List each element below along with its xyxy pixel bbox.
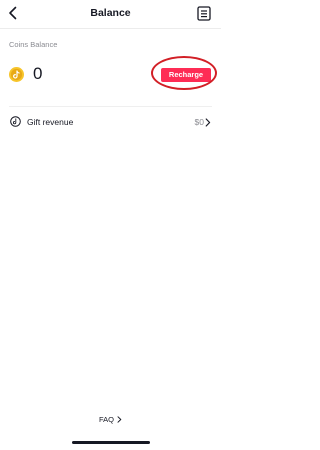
chevron-right-icon (117, 416, 122, 423)
section-divider (9, 106, 212, 107)
faq-link[interactable]: FAQ (0, 415, 221, 424)
coins-balance-label: Coins Balance (9, 40, 58, 49)
coin-balance-value: 0 (33, 64, 43, 83)
top-nav-bar: Balance (0, 0, 221, 28)
gift-revenue-icon (10, 116, 21, 127)
faq-label: FAQ (98, 415, 114, 424)
gift-revenue-value: $0 (194, 117, 204, 127)
gift-revenue-label: Gift revenue (27, 117, 74, 127)
chevron-right-icon (205, 118, 211, 127)
home-indicator (72, 441, 150, 444)
coin-icon (9, 67, 24, 82)
transaction-history-icon[interactable] (197, 6, 211, 21)
gift-revenue-row[interactable]: Gift revenue $0 (0, 113, 221, 131)
header-divider (0, 28, 221, 29)
page-title: Balance (90, 7, 131, 19)
recharge-button[interactable]: Recharge (161, 68, 211, 82)
